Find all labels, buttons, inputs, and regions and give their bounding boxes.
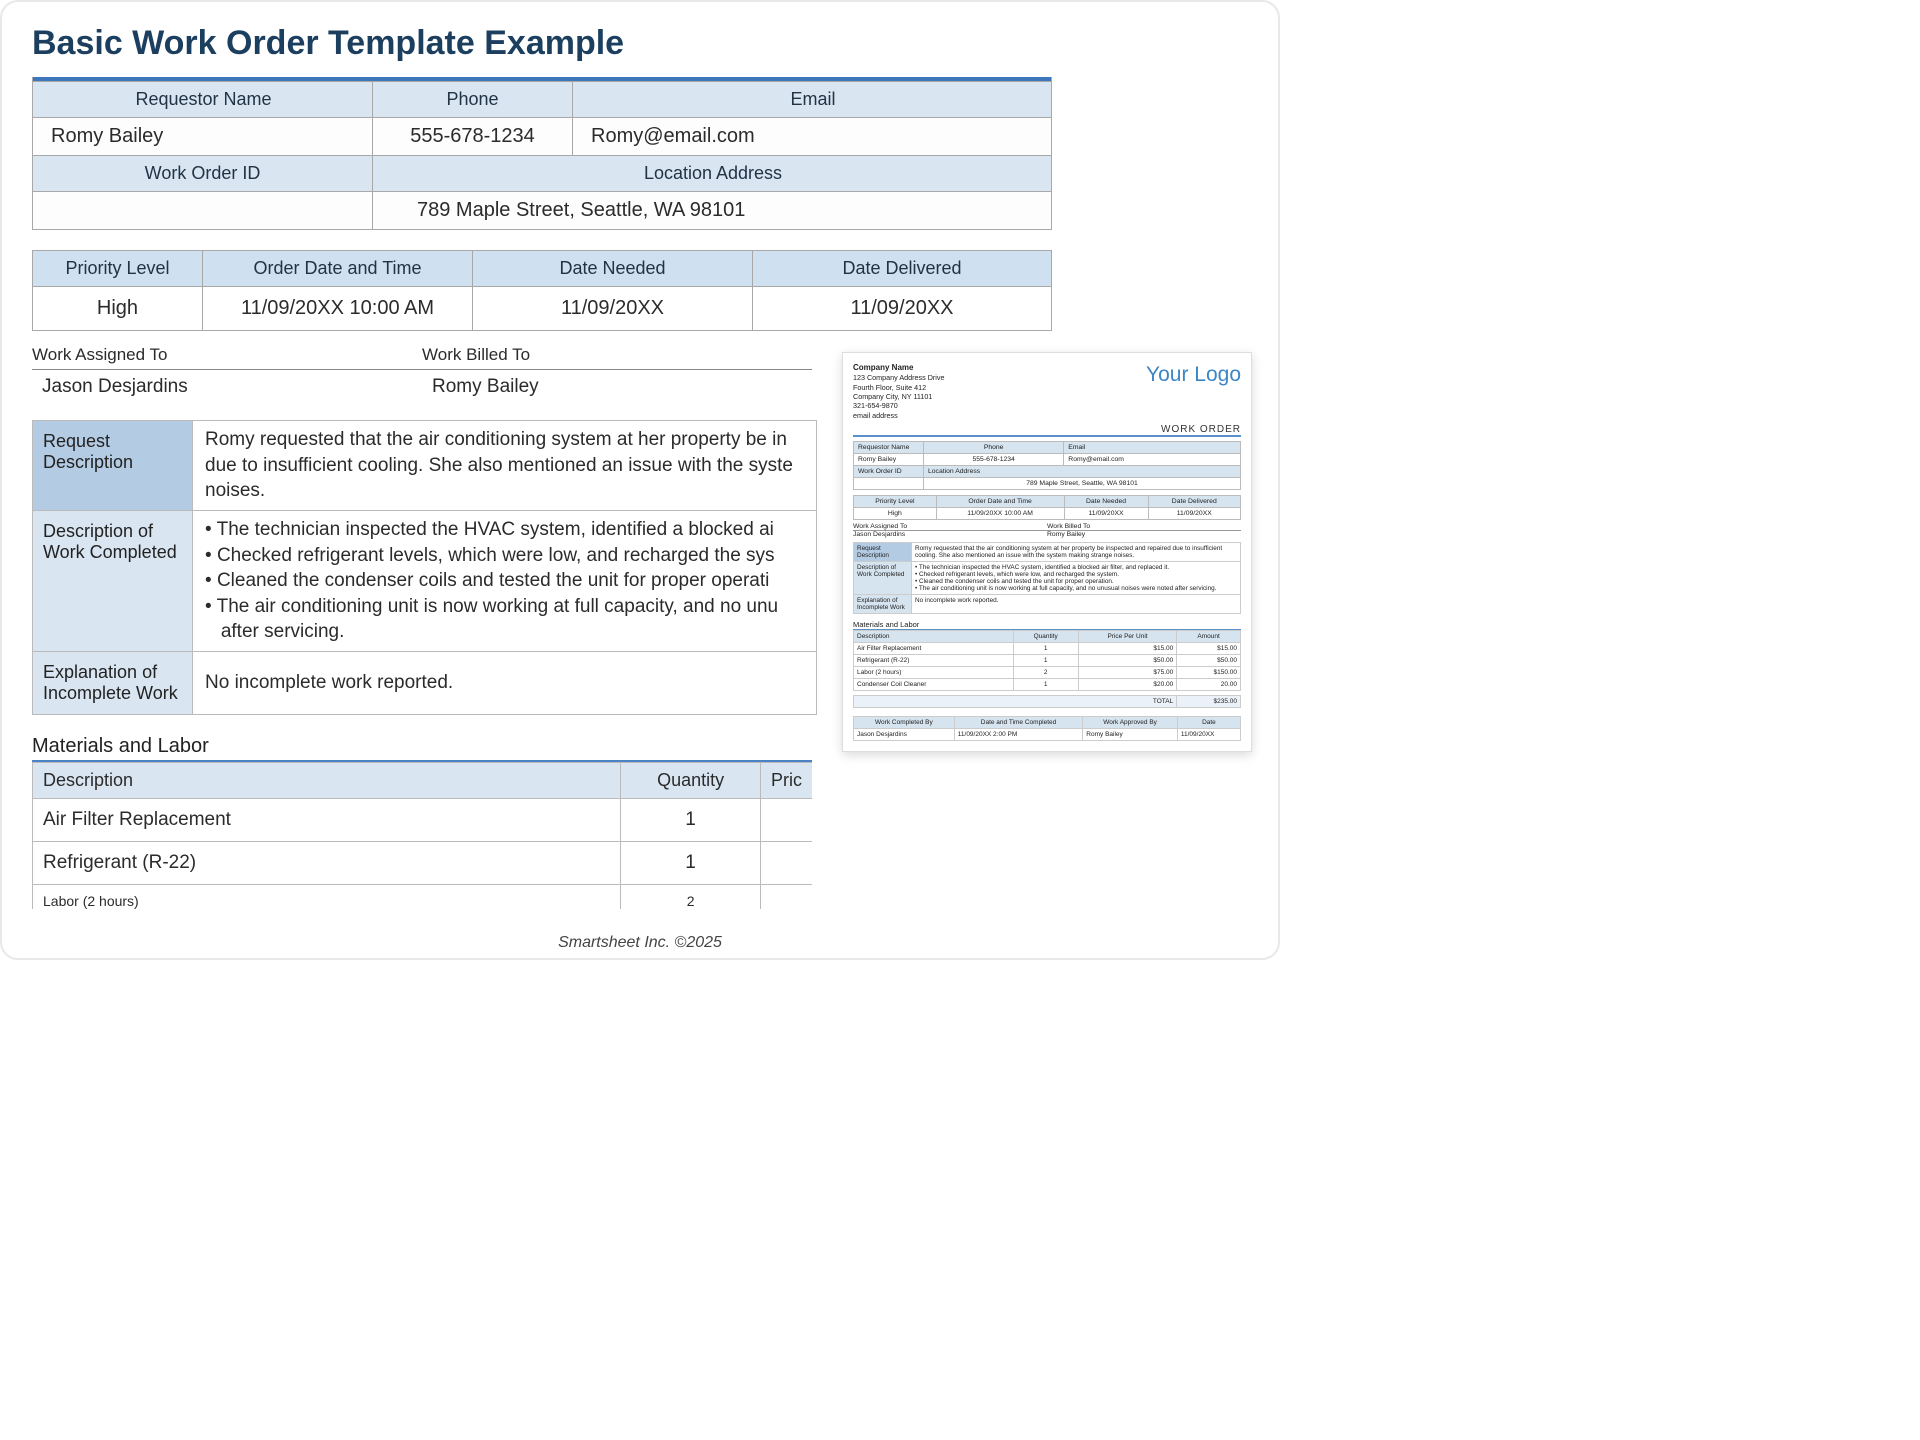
mat-row-qty: 1 — [621, 842, 761, 885]
footer-text: Smartsheet Inc. ©2025 — [2, 934, 1278, 952]
billed-to-value: Romy Bailey — [422, 376, 812, 398]
header-order-date: Order Date and Time — [203, 251, 473, 287]
thumb-company-block: Company Name 123 Company Address DriveFo… — [853, 363, 945, 420]
mat-header-qty: Quantity — [621, 763, 761, 799]
header-phone: Phone — [373, 82, 573, 118]
work-completed-text: The technician inspected the HVAC system… — [193, 510, 817, 651]
header-email: Email — [573, 82, 1052, 118]
thumb-company-name: Company Name — [853, 363, 913, 372]
mat-row-desc: Refrigerant (R-22) — [33, 842, 621, 885]
incomplete-text: No incomplete work reported. — [193, 652, 817, 715]
mat-row-cut-qty: 2 — [621, 885, 761, 910]
mat-header-desc: Description — [33, 763, 621, 799]
value-email: Romy@email.com — [573, 118, 1052, 156]
request-desc-text: Romy requested that the air conditioning… — [193, 421, 817, 511]
bullet-item: The air conditioning unit is now working… — [205, 594, 804, 645]
mat-row-desc: Air Filter Replacement — [33, 799, 621, 842]
header-priority: Priority Level — [33, 251, 203, 287]
materials-title: Materials and Labor — [32, 735, 812, 762]
value-phone: 555-678-1234 — [373, 118, 573, 156]
bullet-item: The technician inspected the HVAC system… — [205, 517, 804, 543]
value-date-delivered: 11/09/20XX — [753, 287, 1052, 331]
mat-row-cut-price — [760, 885, 812, 910]
value-location: 789 Maple Street, Seattle, WA 98101 — [373, 192, 1052, 230]
value-order-date: 11/09/20XX 10:00 AM — [203, 287, 473, 331]
page-title: Basic Work Order Template Example — [32, 24, 1248, 63]
document-thumbnail: Company Name 123 Company Address DriveFo… — [842, 352, 1252, 752]
mat-row-qty: 1 — [621, 799, 761, 842]
mat-row-price — [760, 842, 812, 885]
schedule-table: Priority Level Order Date and Time Date … — [32, 250, 1052, 331]
assigned-to-label: Work Assigned To — [32, 345, 422, 370]
header-requestor: Requestor Name — [33, 82, 373, 118]
bullet-item: Checked refrigerant levels, which were l… — [205, 543, 804, 569]
mat-row-cut-desc: Labor (2 hours) — [33, 885, 621, 910]
value-priority: High — [33, 287, 203, 331]
incomplete-label: Explanation of Incomplete Work — [33, 652, 193, 715]
assignment-row: Work Assigned To Jason Desjardins Work B… — [32, 345, 812, 398]
description-table: Request Description Romy requested that … — [32, 420, 817, 715]
work-completed-label: Description of Work Completed — [33, 510, 193, 651]
header-date-needed: Date Needed — [473, 251, 753, 287]
thumb-logo: Your Logo — [1146, 363, 1241, 420]
value-date-needed: 11/09/20XX — [473, 287, 753, 331]
value-requestor: Romy Bailey — [33, 118, 373, 156]
requestor-table: Requestor Name Phone Email Romy Bailey 5… — [32, 81, 1052, 230]
value-work-order-id — [33, 192, 373, 230]
assigned-to-value: Jason Desjardins — [32, 376, 422, 398]
thumb-work-order-heading: WORK ORDER — [853, 424, 1241, 435]
header-location: Location Address — [373, 156, 1052, 192]
mat-header-price: Pric — [760, 763, 812, 799]
request-desc-label: Request Description — [33, 421, 193, 511]
header-date-delivered: Date Delivered — [753, 251, 1052, 287]
mat-row-price — [760, 799, 812, 842]
bullet-item: Cleaned the condenser coils and tested t… — [205, 568, 804, 594]
billed-to-label: Work Billed To — [422, 345, 812, 370]
materials-table: Description Quantity Pric Air Filter Rep… — [32, 762, 812, 909]
header-work-order-id: Work Order ID — [33, 156, 373, 192]
